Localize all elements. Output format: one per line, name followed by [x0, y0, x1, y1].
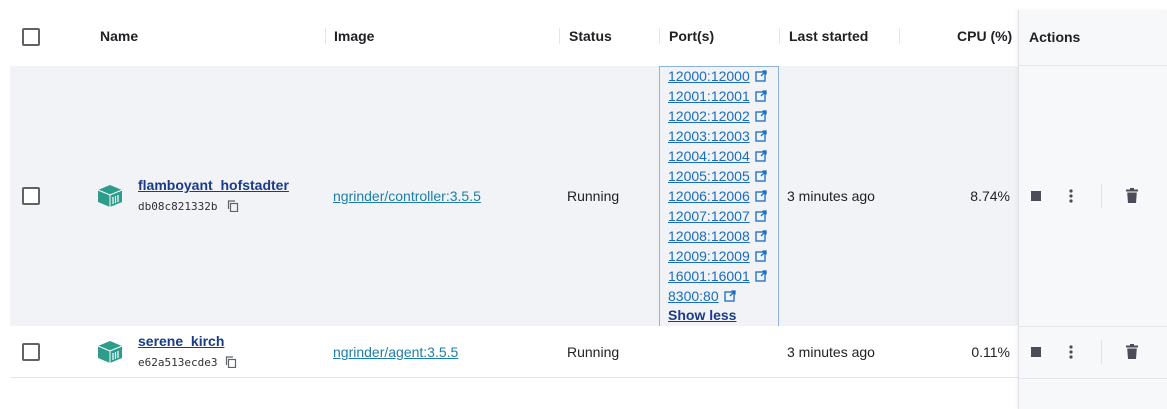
copy-icon[interactable]: [225, 356, 237, 368]
status-text: Running: [567, 344, 620, 360]
port-link[interactable]: 12005:12005: [668, 168, 767, 184]
external-link-icon: [755, 210, 767, 222]
port-link[interactable]: 8300:80: [668, 288, 736, 304]
select-all-checkbox[interactable]: [22, 28, 40, 46]
port-link[interactable]: 12006:12006: [668, 188, 767, 204]
column-header-status[interactable]: Status: [569, 28, 612, 44]
column-header-last-started[interactable]: Last started: [789, 28, 868, 44]
port-link[interactable]: 12007:12007: [668, 208, 767, 224]
port-link[interactable]: 12003:12003: [668, 128, 767, 144]
image-link[interactable]: ngrinder/controller:3.5.5: [333, 188, 481, 204]
external-link-icon: [723, 290, 736, 302]
external-link-icon: [755, 150, 767, 162]
port-link[interactable]: 12002:12002: [668, 108, 767, 124]
column-divider: [779, 28, 780, 44]
container-icon: [97, 341, 123, 363]
status-text: Running: [567, 188, 620, 204]
last-started-text: 3 minutes ago: [787, 344, 875, 360]
container-name-link[interactable]: serene_kirch: [138, 333, 224, 349]
port-link[interactable]: 12009:12009: [668, 248, 767, 264]
column-divider: [899, 28, 900, 44]
ports-list: 12000:12000 12001:12001 12002:12002 1200…: [659, 66, 779, 327]
port-link[interactable]: 12008:12008: [668, 228, 767, 244]
external-link-icon: [755, 90, 767, 102]
port-link[interactable]: 12000:12000: [668, 68, 767, 84]
container-id: db08c821332b: [138, 200, 218, 213]
container-id: e62a513ecde3: [138, 356, 218, 369]
column-divider: [559, 28, 560, 44]
external-link-icon: [755, 70, 767, 82]
external-link-icon: [755, 250, 767, 262]
column-header-image[interactable]: Image: [334, 28, 374, 44]
stop-icon[interactable]: [1031, 347, 1041, 357]
column-header-cpu[interactable]: CPU (%): [957, 28, 1012, 44]
show-less-link[interactable]: Show less: [668, 307, 736, 323]
column-header-name[interactable]: Name: [100, 28, 138, 44]
cpu-usage-text: 8.74%: [970, 188, 1010, 204]
column-divider: [325, 28, 326, 44]
trash-icon[interactable]: [1126, 188, 1138, 203]
action-divider: [1101, 184, 1102, 208]
external-link-icon: [755, 170, 767, 182]
trash-icon[interactable]: [1126, 344, 1138, 359]
external-link-icon: [755, 190, 767, 202]
image-link[interactable]: ngrinder/agent:3.5.5: [333, 344, 458, 360]
external-link-icon: [755, 130, 767, 142]
external-link-icon: [755, 230, 767, 242]
row-divider: [1019, 378, 1167, 379]
more-vertical-icon[interactable]: [1068, 345, 1074, 359]
row-checkbox[interactable]: [22, 187, 40, 205]
more-vertical-icon[interactable]: [1068, 189, 1074, 203]
port-link[interactable]: 12001:12001: [668, 88, 767, 104]
action-divider: [1101, 340, 1102, 364]
port-link[interactable]: 16001:16001: [668, 268, 767, 284]
container-name-link[interactable]: flamboyant_hofstadter: [138, 177, 289, 193]
stop-icon[interactable]: [1031, 191, 1041, 201]
external-link-icon: [755, 270, 767, 282]
copy-icon[interactable]: [227, 200, 239, 212]
container-icon: [97, 185, 123, 207]
actions-column: Actions: [1018, 10, 1167, 409]
external-link-icon: [755, 110, 767, 122]
last-started-text: 3 minutes ago: [787, 188, 875, 204]
row-divider: [1019, 326, 1167, 327]
column-header-actions: Actions: [1029, 29, 1081, 45]
port-link[interactable]: 12004:12004: [668, 148, 767, 164]
header-divider: [1019, 65, 1167, 66]
table-header: Name Image Status Port(s) Last started C…: [0, 0, 1167, 66]
row-checkbox[interactable]: [22, 343, 40, 361]
column-divider: [659, 28, 660, 44]
cpu-usage-text: 0.11%: [971, 344, 1010, 360]
column-header-ports[interactable]: Port(s): [669, 28, 714, 44]
